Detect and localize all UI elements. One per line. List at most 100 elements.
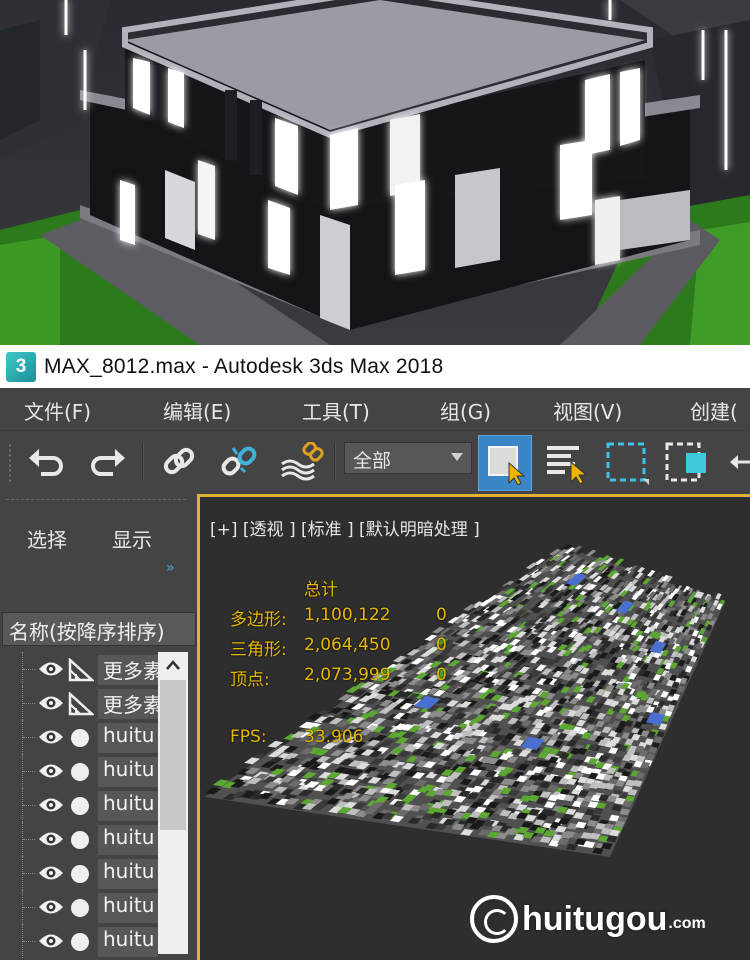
rectangular-selection-region-button[interactable] <box>600 437 652 487</box>
stats-fps-value: 33.906 <box>304 727 364 747</box>
object-name[interactable]: 更多素 <box>98 655 158 685</box>
object-name[interactable]: huitu <box>98 791 158 821</box>
stats-vertices-value: 2,073,999 <box>304 665 391 685</box>
object-name[interactable]: huitu <box>98 825 158 855</box>
watermark-brand: huitugou <box>522 899 668 938</box>
object-name[interactable]: huitu <box>98 723 158 753</box>
tree-connector <box>22 652 35 686</box>
toolbar-separator <box>334 443 336 481</box>
explorer-tab-select[interactable]: 选择 <box>27 524 67 553</box>
arrow-left-icon <box>730 455 750 469</box>
tree-connector <box>22 822 35 856</box>
selection-filter-value: 全部 <box>353 450 392 472</box>
stats-triangles-value: 2,064,450 <box>304 635 391 655</box>
eye-icon[interactable] <box>38 728 64 746</box>
name-column-header[interactable]: 名称(按降序排序) <box>2 612 196 646</box>
geometry-object-icon <box>71 763 89 781</box>
menu-group[interactable]: 组(G) <box>440 396 491 425</box>
chevron-down-icon <box>451 453 463 461</box>
stats-polygons-label: 多边形: <box>230 610 287 630</box>
stats-fps-label: FPS: <box>230 727 267 747</box>
panel-divider <box>6 499 186 500</box>
tree-connector <box>22 720 35 754</box>
eye-icon[interactable] <box>38 864 64 882</box>
menu-edit[interactable]: 编辑(E) <box>163 396 231 425</box>
stats-vertices-selected: 0 <box>436 665 447 685</box>
geometry-object-icon <box>71 865 89 883</box>
chevron-up-icon <box>166 660 180 670</box>
select-by-name-icon <box>547 446 588 484</box>
watermark-domain: .com <box>668 915 706 932</box>
undo-icon <box>29 449 63 476</box>
select-by-name-button[interactable] <box>540 437 592 487</box>
stats-vertices-label: 顶点: <box>230 670 270 690</box>
tree-connector <box>22 890 35 924</box>
object-name[interactable]: huitu <box>98 757 158 787</box>
menu-tools[interactable]: 工具(T) <box>302 396 370 425</box>
3dsmax-app-icon[interactable]: 3 <box>6 351 36 382</box>
select-object-icon <box>488 446 526 485</box>
window-crossing-icon <box>665 442 706 482</box>
toolbar-overflow-arrow[interactable] <box>728 437 750 487</box>
huitugou-logo-icon <box>470 895 518 943</box>
camera-object-icon <box>68 658 94 682</box>
window-title-bar: 3 MAX_8012.max - Autodesk 3ds Max 2018 <box>0 345 750 388</box>
select-object-button[interactable] <box>478 435 532 491</box>
object-name[interactable]: huitu <box>98 859 158 889</box>
eye-icon[interactable] <box>38 694 64 712</box>
building-render <box>0 0 750 345</box>
scroll-up-button[interactable] <box>158 652 188 678</box>
redo-icon <box>91 449 125 476</box>
geometry-object-icon <box>71 729 89 747</box>
explorer-scrollbar[interactable] <box>158 652 188 954</box>
bind-to-space-warp-button[interactable] <box>276 437 326 487</box>
window-crossing-button[interactable] <box>660 437 714 487</box>
menu-bar: 文件(F) 编辑(E) 工具(T) 组(G) 视图(V) 创建( <box>0 388 750 430</box>
geometry-object-icon <box>71 899 89 917</box>
window-title: MAX_8012.max - Autodesk 3ds Max 2018 <box>44 354 444 378</box>
undo-button[interactable] <box>24 437 70 487</box>
tree-connector <box>22 754 35 788</box>
camera-object-icon <box>68 692 94 716</box>
explorer-tab-display[interactable]: 显示 <box>112 524 152 553</box>
double-chevron-right-icon[interactable]: » <box>166 560 174 576</box>
toolbar-separator <box>142 443 144 481</box>
scroll-thumb[interactable] <box>160 680 186 830</box>
render-preview-image <box>0 0 750 345</box>
eye-icon[interactable] <box>38 796 64 814</box>
stats-triangles-selected: 0 <box>436 635 447 655</box>
menu-views[interactable]: 视图(V) <box>553 396 622 425</box>
geometry-object-icon <box>71 797 89 815</box>
link-icon <box>163 447 195 475</box>
menu-file[interactable]: 文件(F) <box>24 396 91 425</box>
eye-icon[interactable] <box>38 830 64 848</box>
redo-button[interactable] <box>84 437 130 487</box>
menu-create[interactable]: 创建( <box>690 396 738 425</box>
geometry-object-icon <box>71 831 89 849</box>
toolbar-grip[interactable] <box>8 443 12 483</box>
unlink-icon <box>221 446 257 476</box>
unlink-selection-button[interactable] <box>216 437 262 487</box>
selection-filter-dropdown[interactable]: 全部 <box>344 442 472 474</box>
tree-connector <box>22 788 35 822</box>
eye-icon[interactable] <box>38 898 64 916</box>
name-column-label: 名称(按降序排序) <box>9 620 165 644</box>
city-scene-render <box>205 542 725 857</box>
rect-region-icon <box>606 442 649 485</box>
perspective-viewport[interactable]: [+] [透视 ] [标准 ] [默认明暗处理 ] 总计 多边形: 1,100,… <box>197 494 750 960</box>
object-name[interactable]: huitu <box>98 927 158 957</box>
stats-polygons-selected: 0 <box>436 605 447 625</box>
eye-icon[interactable] <box>38 762 64 780</box>
tree-connector <box>22 686 35 720</box>
eye-icon[interactable] <box>38 660 64 678</box>
stats-polygons-value: 1,100,122 <box>304 605 391 625</box>
eye-icon[interactable] <box>38 932 64 950</box>
tree-connector <box>22 856 35 890</box>
viewport-label-menu[interactable]: [+] [透视 ] [标准 ] [默认明暗处理 ] <box>210 515 480 540</box>
watermark-logo: huitugou .com <box>470 895 706 943</box>
geometry-object-icon <box>71 933 89 951</box>
select-and-link-button[interactable] <box>156 437 202 487</box>
stats-total-label: 总计 <box>304 580 338 600</box>
object-name[interactable]: 更多素 <box>98 689 158 719</box>
object-name[interactable]: huitu <box>98 893 158 923</box>
